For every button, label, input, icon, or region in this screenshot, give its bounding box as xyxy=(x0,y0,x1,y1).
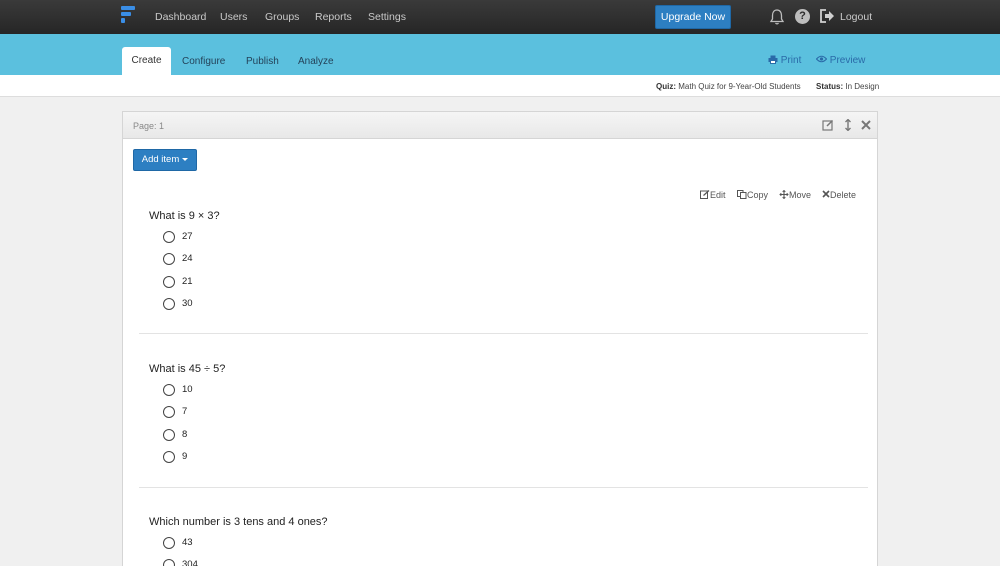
add-item-button[interactable]: Add item xyxy=(133,149,197,171)
edit-label: Edit xyxy=(710,190,726,200)
option-label: 10 xyxy=(182,384,193,395)
logout-icon[interactable] xyxy=(819,8,835,24)
add-item-label: Add item xyxy=(141,154,180,165)
option-label: 43 xyxy=(182,537,193,548)
question-1-text: What is 9 × 3? xyxy=(149,210,220,222)
help-icon[interactable]: ? xyxy=(795,9,810,24)
tab-create[interactable]: Create xyxy=(122,47,171,75)
radio-button[interactable] xyxy=(163,451,175,463)
radio-button[interactable] xyxy=(163,559,175,566)
radio-button[interactable] xyxy=(163,537,175,549)
page-panel: Page: 1 Add item Edit Copy Move Delete W… xyxy=(122,111,878,566)
quiz-name-info: Quiz: Math Quiz for 9-Year-Old Students xyxy=(656,82,801,91)
radio-button[interactable] xyxy=(163,298,175,310)
copy-action[interactable]: Copy xyxy=(737,190,768,200)
preview-label: Preview xyxy=(829,55,866,66)
close-icon[interactable] xyxy=(860,119,872,131)
copy-label: Copy xyxy=(747,190,769,200)
divider xyxy=(139,333,868,334)
option-label: 27 xyxy=(182,231,193,242)
printer-icon xyxy=(768,55,778,64)
radio-button[interactable] xyxy=(163,253,175,265)
edit-action[interactable]: Edit xyxy=(700,190,726,200)
quiz-info-bar: Quiz: Math Quiz for 9-Year-Old Students … xyxy=(0,75,1000,97)
radio-button[interactable] xyxy=(163,231,175,243)
move-icon xyxy=(779,189,789,200)
delete-label: Delete xyxy=(830,190,857,200)
option-label: 7 xyxy=(182,406,188,417)
bell-icon[interactable] xyxy=(769,8,785,26)
preview-link[interactable]: Preview xyxy=(815,55,866,66)
status-value: In Design xyxy=(845,82,880,91)
question-2-text: What is 45 ÷ 5? xyxy=(149,363,226,375)
option-label: 8 xyxy=(182,429,188,440)
divider xyxy=(139,487,868,488)
nav-reports[interactable]: Reports xyxy=(315,11,352,23)
copy-icon xyxy=(737,190,747,199)
print-label: Print xyxy=(780,55,802,66)
radio-button[interactable] xyxy=(163,384,175,396)
delete-action[interactable]: Delete xyxy=(822,190,856,200)
nav-dashboard[interactable]: Dashboard xyxy=(155,11,206,23)
nav-groups[interactable]: Groups xyxy=(265,11,299,23)
panel-header: Page: 1 xyxy=(123,112,877,139)
nav-users[interactable]: Users xyxy=(220,11,247,23)
eye-icon xyxy=(815,55,828,63)
quiz-name: Math Quiz for 9-Year-Old Students xyxy=(678,82,801,91)
radio-button[interactable] xyxy=(163,406,175,418)
option-label: 24 xyxy=(182,253,193,264)
logout-link[interactable]: Logout xyxy=(840,11,872,23)
option-label: 21 xyxy=(182,276,193,287)
page-label: Page: 1 xyxy=(133,121,165,131)
radio-button[interactable] xyxy=(163,429,175,441)
tab-publish[interactable]: Publish xyxy=(246,56,279,67)
move-action[interactable]: Move xyxy=(779,189,812,200)
radio-button[interactable] xyxy=(163,276,175,288)
tab-analyze[interactable]: Analyze xyxy=(298,56,334,67)
edit-page-icon[interactable] xyxy=(822,119,834,131)
print-link[interactable]: Print xyxy=(768,55,801,66)
tab-configure[interactable]: Configure xyxy=(182,56,225,67)
nav-settings[interactable]: Settings xyxy=(368,11,406,23)
option-label: 304 xyxy=(182,559,198,566)
question-3-text: Which number is 3 tens and 4 ones? xyxy=(149,516,328,528)
quiz-label: Quiz: xyxy=(656,82,676,91)
option-label: 9 xyxy=(182,451,188,462)
move-label: Move xyxy=(789,190,812,200)
status-info: Status: In Design xyxy=(816,82,879,91)
option-label: 30 xyxy=(182,298,193,309)
edit-icon xyxy=(700,190,710,199)
delete-icon xyxy=(822,190,830,198)
resize-vertical-icon[interactable] xyxy=(842,119,854,131)
caret-down-icon xyxy=(182,157,189,161)
status-label: Status: xyxy=(816,82,844,91)
upgrade-now-button[interactable]: Upgrade Now xyxy=(655,5,731,29)
logo[interactable] xyxy=(121,6,137,24)
top-navbar: Dashboard Users Groups Reports Settings … xyxy=(0,0,1000,34)
